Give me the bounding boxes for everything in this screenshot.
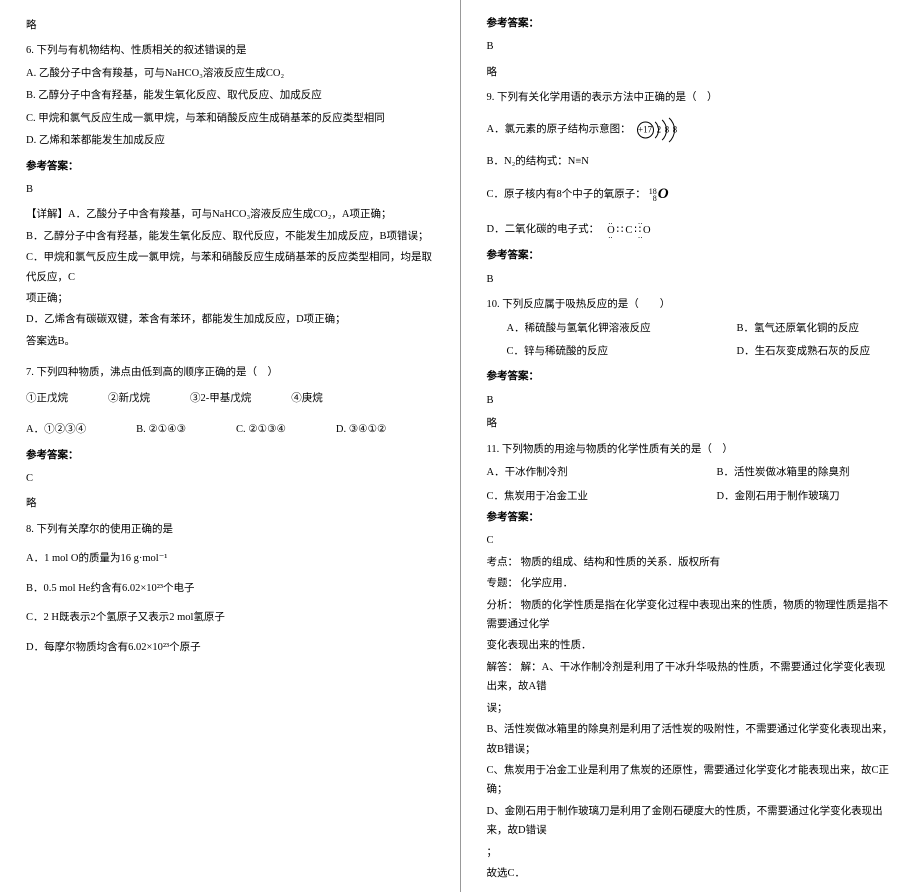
q6-option-b: B. 乙醇分子中含有羟基，能发生氧化反应、取代反应、加成反应 xyxy=(26,86,434,105)
q10-answer-header: 参考答案： xyxy=(487,367,895,386)
q7-brief: 略 xyxy=(26,494,434,513)
q10-answer-letter: B xyxy=(487,391,895,410)
q11-jieda-a1: 解答： 解：A、干冰作制冷剂是利用了干冰升华吸热的性质，不需要通过化学变化表现出… xyxy=(487,658,895,697)
q7-items: ①正戊烷 ②新戊烷 ③2-甲基戊烷 ④庚烷 xyxy=(26,389,434,408)
q9-option-d-text: D．二氧化碳的电子式： xyxy=(487,220,600,239)
q8-stem: 8. 下列有关摩尔的使用正确的是 xyxy=(26,520,434,539)
q11-option-d: D．金刚石用于制作玻璃刀 xyxy=(717,487,840,506)
q9-answer-letter: B xyxy=(487,270,895,289)
q9-option-a: A．氯元素的原子结构示意图： +17 2 8 8 xyxy=(487,118,895,142)
q11-jieda-end: 故选C． xyxy=(487,864,895,883)
q11-stem: 11. 下列物质的用途与物质的化学性质有关的是（ ） xyxy=(487,440,895,459)
brief-text: 略 xyxy=(26,16,434,35)
q6-explain-c2: 项正确； xyxy=(26,289,434,308)
isotope-icon: 18 8 xyxy=(649,188,657,202)
atomic-structure-icon: +17 2 8 8 xyxy=(635,118,681,142)
q11-fenxi-2: 变化表现出来的性质． xyxy=(487,636,895,655)
q7-answer-letter: C xyxy=(26,469,434,488)
q8-option-a: A．1 mol O的质量为16 g·mol⁻¹ xyxy=(26,549,434,568)
q6-option-c: C. 甲烷和氯气反应生成一氯甲烷，与苯和硝酸反应生成硝基苯的反应类型相同 xyxy=(26,109,434,128)
q10-brief: 略 xyxy=(487,414,895,433)
q7-options: A．①②③④ B. ②①④③ C. ②①③④ D. ③④①② xyxy=(26,420,434,439)
q6-option-a: A. 乙酸分子中含有羧基，可与NaHCO₃溶液反应生成CO₂ xyxy=(26,64,434,83)
q10-option-a: A．稀硫酸与氢氧化钾溶液反应 xyxy=(507,319,737,338)
q6-explain-d: D．乙烯含有碳碳双键，苯含有苯环，都能发生加成反应，D项正确； xyxy=(26,310,434,329)
q6-option-d: D. 乙烯和苯都能发生加成反应 xyxy=(26,131,434,150)
q7-item-3: ③2-甲基戊烷 xyxy=(190,389,251,408)
left-column: 略 6. 下列与有机物结构、性质相关的叙述错误的是 A. 乙酸分子中含有羧基，可… xyxy=(0,0,461,892)
q9-option-d: D．二氧化碳的电子式： ‥ ‥ O∷C∷O ‥ ‥ xyxy=(487,219,895,240)
q10-option-d: D．生石灰变成熟石灰的反应 xyxy=(737,342,871,361)
q6-explain-b: B．乙醇分子中含有羟基，能发生氧化反应、取代反应，不能发生加成反应，B项错误； xyxy=(26,227,434,246)
shell-n2: 8 xyxy=(665,121,670,138)
isotope-atomic: 8 xyxy=(653,195,657,202)
q9-option-c: C．原子核内有8个中子的氧原子： 18 8 O xyxy=(487,181,895,209)
q8-option-d: D．每摩尔物质均含有6.02×10²³个原子 xyxy=(26,638,434,657)
q7-answer-header: 参考答案： xyxy=(26,446,434,465)
q11-option-a: A．干冰作制冷剂 xyxy=(487,463,717,482)
q10-row1: A．稀硫酸与氢氧化钾溶液反应 B．氢气还原氧化铜的反应 xyxy=(507,319,895,338)
q7-option-b: B. ②①④③ xyxy=(136,420,186,439)
q7-option-d: D. ③④①② xyxy=(336,420,387,439)
q11-fenxi-1: 分析： 物质的化学性质是指在化学变化过程中表现出来的性质，物质的物理性质是指不需… xyxy=(487,596,895,635)
q7-option-c: C. ②①③④ xyxy=(236,420,286,439)
q6-stem: 6. 下列与有机物结构、性质相关的叙述错误的是 xyxy=(26,41,434,60)
q7-item-4: ④庚烷 xyxy=(291,389,323,408)
q11-option-c: C．焦炭用于冶金工业 xyxy=(487,487,717,506)
q11-row2: C．焦炭用于冶金工业 D．金刚石用于制作玻璃刀 xyxy=(487,487,895,506)
q9-stem: 9. 下列有关化学用语的表示方法中正确的是（ ） xyxy=(487,88,895,107)
q7-option-a: A．①②③④ xyxy=(26,420,86,439)
lewis-structure-icon: ‥ ‥ O∷C∷O ‥ ‥ xyxy=(603,219,657,240)
q11-jieda-b: B、活性炭做冰箱里的除臭剂是利用了活性炭的吸附性，不需要通过化学变化表现出来，故… xyxy=(487,720,895,759)
q9-option-a-text: A．氯元素的原子结构示意图： xyxy=(487,120,631,139)
q8-option-b: B．0.5 mol He约含有6.02×10²³个电子 xyxy=(26,579,434,598)
q11-row1: A．干冰作制冷剂 B．活性炭做冰箱里的除臭剂 xyxy=(487,463,895,482)
isotope-symbol: O xyxy=(658,181,669,209)
q11-kaodian: 考点： 物质的组成、结构和性质的关系．版权所有 xyxy=(487,553,895,572)
q10-option-b: B．氢气还原氧化铜的反应 xyxy=(737,319,860,338)
q7-item-1: ①正戊烷 xyxy=(26,389,68,408)
q11-answer-header: 参考答案： xyxy=(487,508,895,527)
q11-answer-letter: C xyxy=(487,531,895,550)
q10-stem: 10. 下列反应属于吸热反应的是（ ） xyxy=(487,295,895,314)
q9-option-c-text: C．原子核内有8个中子的氧原子： xyxy=(487,185,646,204)
q10-option-c: C．锌与稀硫酸的反应 xyxy=(507,342,737,361)
shell-n3: 8 xyxy=(673,121,678,138)
page-root: 略 6. 下列与有机物结构、性质相关的叙述错误的是 A. 乙酸分子中含有羧基，可… xyxy=(0,0,920,892)
q10-row2: C．锌与稀硫酸的反应 D．生石灰变成熟石灰的反应 xyxy=(507,342,895,361)
q6-explain-c1: C．甲烷和氯气反应生成一氯甲烷，与苯和硝酸反应生成硝基苯的反应类型相同，均是取代… xyxy=(26,248,434,287)
q11-jieda-a2: 误； xyxy=(487,699,895,718)
q11-jieda-c: C、焦炭用于冶金工业是利用了焦炭的还原性，需要通过化学变化才能表现出来，故C正确… xyxy=(487,761,895,800)
q6-answer-header: 参考答案： xyxy=(26,157,434,176)
q11-jieda-d1: D、金刚石用于制作玻璃刀是利用了金刚石硬度大的性质，不需要通过化学变化表现出来，… xyxy=(487,802,895,841)
q8-brief: 略 xyxy=(487,63,895,82)
q11-option-b: B．活性炭做冰箱里的除臭剂 xyxy=(717,463,850,482)
q9-answer-header: 参考答案： xyxy=(487,246,895,265)
q8-option-c: C．2 H既表示2个氢原子又表示2 mol氢原子 xyxy=(26,608,434,627)
right-column: 参考答案： B 略 9. 下列有关化学用语的表示方法中正确的是（ ） A．氯元素… xyxy=(461,0,920,892)
q6-explain-a: 【详解】A．乙酸分子中含有羧基，可与NaHCO₃溶液反应生成CO₂，A项正确； xyxy=(26,205,434,224)
q8-answer-letter: B xyxy=(487,37,895,56)
q8-answer-header: 参考答案： xyxy=(487,14,895,33)
q7-item-2: ②新戊烷 xyxy=(108,389,150,408)
shell-n1: 2 xyxy=(657,121,662,138)
q11-zhuanti: 专题： 化学应用． xyxy=(487,574,895,593)
q9-option-b: B．N₂的结构式：N≡N xyxy=(487,152,895,171)
q11-jieda-d2: ； xyxy=(487,843,895,862)
q6-answer-letter: B xyxy=(26,180,434,199)
q7-stem: 7. 下列四种物质，沸点由低到高的顺序正确的是（ ） xyxy=(26,363,434,382)
q6-explain-end: 答案选B。 xyxy=(26,332,434,351)
